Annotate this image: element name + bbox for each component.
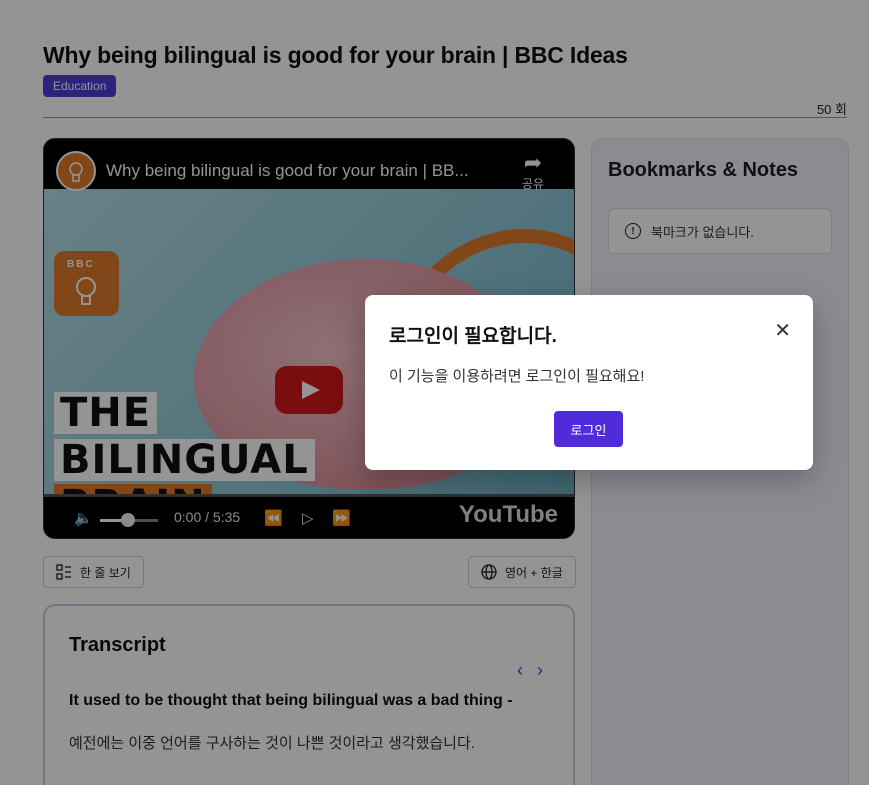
login-button[interactable]: 로그인 xyxy=(554,411,623,447)
login-required-modal: 로그인이 필요합니다. ✕ 이 기능을 이용하려면 로그인이 필요해요! 로그인 xyxy=(365,295,813,470)
modal-message: 이 기능을 이용하려면 로그인이 필요해요! xyxy=(389,368,645,385)
modal-title: 로그인이 필요합니다. xyxy=(389,326,557,347)
close-icon[interactable]: ✕ xyxy=(774,321,791,341)
